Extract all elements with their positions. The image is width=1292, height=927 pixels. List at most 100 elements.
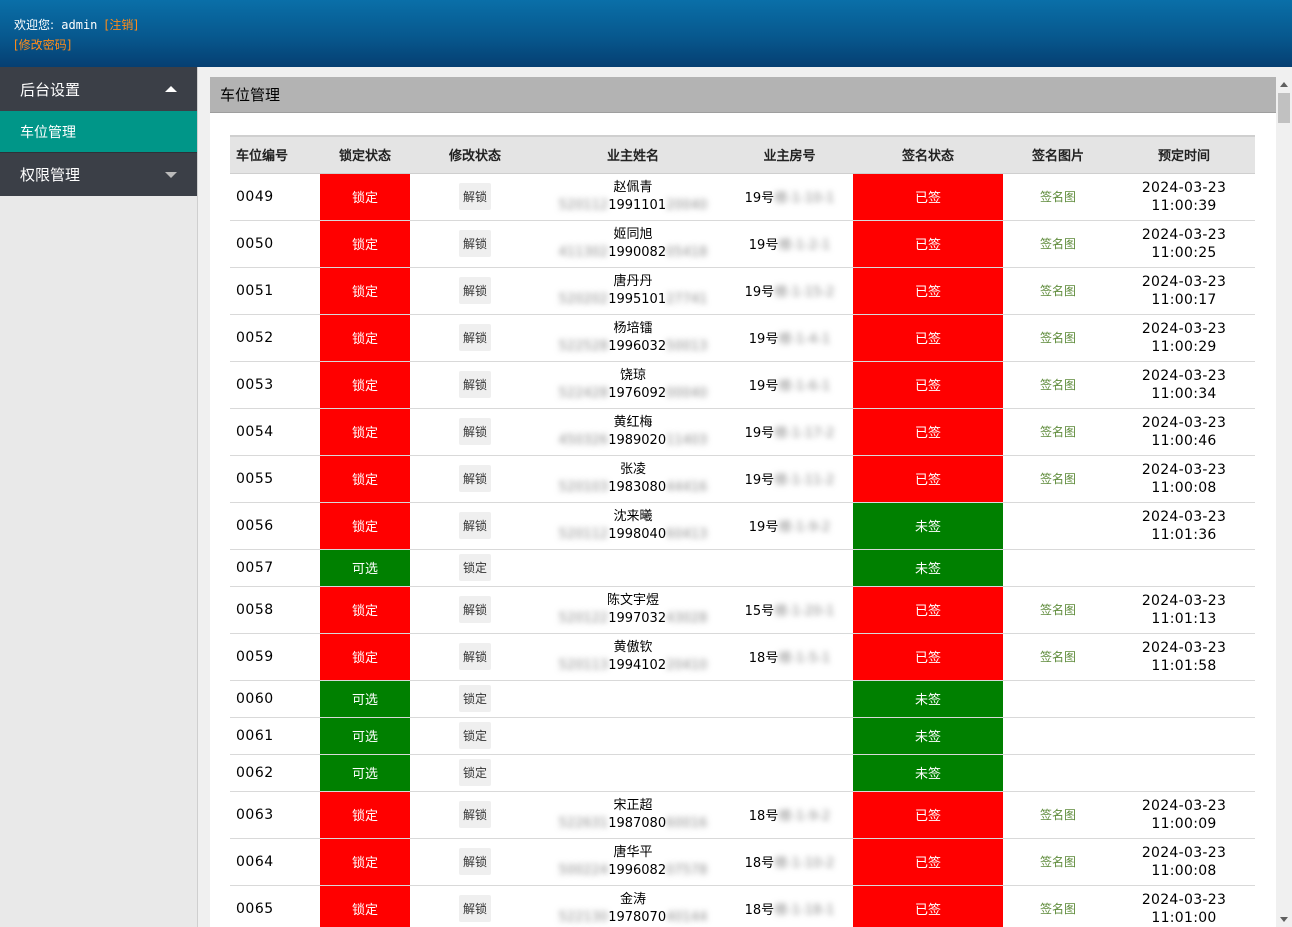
lock-button[interactable]: 锁定	[458, 759, 491, 786]
id-number-visible: 1990082	[608, 244, 667, 260]
unlock-button[interactable]: 解锁	[458, 371, 491, 398]
parking-table: 车位编号 锁定状态 修改状态 业主姓名 业主房号 签名状态 签名图片 预定时间 …	[230, 135, 1255, 927]
room-number-cell	[726, 549, 853, 587]
caret-up-icon	[165, 86, 177, 92]
lock-status-cell: 锁定	[320, 455, 410, 503]
booking-time-cell: 2024-03-23 11:01:13	[1113, 586, 1255, 634]
lock-button[interactable]: 锁定	[458, 685, 491, 712]
unlock-button[interactable]: 解锁	[458, 277, 491, 304]
id-number-blurred-suffix: 20040	[666, 197, 708, 213]
spot-number: 0063	[230, 791, 320, 839]
room-number-cell: 15号楼-1-20-1	[726, 586, 853, 634]
signature-image-link[interactable]: 签名图	[1040, 855, 1076, 869]
change-password-link[interactable]: [修改密码]	[14, 36, 71, 53]
sign-image-cell	[1003, 549, 1113, 587]
booking-date: 2024-03-23	[1141, 639, 1227, 656]
unlock-button[interactable]: 解锁	[458, 895, 491, 922]
scroll-up-arrow-icon[interactable]	[1280, 82, 1288, 87]
sign-status-cell: 已签	[853, 173, 1003, 221]
sidebar-group-permissions[interactable]: 权限管理	[0, 152, 197, 196]
table-row: 0055 锁定 解锁 张凌 520103198308044416 19号楼-1-11-2 已…	[230, 455, 1255, 503]
booking-date: 2024-03-23	[1141, 226, 1227, 243]
sign-image-cell: 签名图	[1003, 408, 1113, 456]
vertical-scrollbar[interactable]	[1276, 77, 1292, 927]
owner-name: 赵佩青	[613, 179, 653, 195]
scroll-down-arrow-icon[interactable]	[1280, 917, 1288, 922]
lock-button[interactable]: 锁定	[458, 722, 491, 749]
unlock-button[interactable]: 解锁	[458, 418, 491, 445]
booking-clock: 11:01:00	[1151, 909, 1217, 926]
unlock-button[interactable]: 解锁	[458, 465, 491, 492]
unlock-button[interactable]: 解锁	[458, 643, 491, 670]
owner-name-cell	[540, 680, 726, 718]
unlock-button[interactable]: 解锁	[458, 848, 491, 875]
change-status-cell: 解锁	[410, 502, 540, 550]
sidebar-item-parking-management[interactable]: 车位管理	[0, 111, 197, 152]
table-row: 0063 锁定 解锁 宋正超 522631198708060016 18号楼-1-9-2 已…	[230, 791, 1255, 839]
sign-status-cell: 已签	[853, 361, 1003, 409]
change-status-cell: 解锁	[410, 173, 540, 221]
room-number-blurred: 楼-1-9-2	[778, 809, 831, 824]
lock-status-cell: 锁定	[320, 173, 410, 221]
signature-image-link[interactable]: 签名图	[1040, 331, 1076, 345]
room-number-blurred: 楼-1-6-1	[778, 379, 831, 394]
table-row: 0061 可选 锁定 未签	[230, 717, 1255, 755]
id-number-visible: 1991101	[608, 197, 667, 213]
booking-time-cell	[1113, 549, 1255, 587]
room-number-blurred: 楼-1-10-1	[774, 191, 835, 206]
room-number-blurred: 楼-1-11-2	[774, 473, 835, 488]
room-number-cell: 19号楼-1-6-1	[726, 361, 853, 409]
room-number-cell: 19号楼-1-9-2	[726, 502, 853, 550]
signature-image-link[interactable]: 签名图	[1040, 472, 1076, 486]
table-row: 0064 锁定 解锁 唐华平 500224199608207578 18号楼-1-10-2…	[230, 838, 1255, 886]
booking-clock: 11:00:08	[1151, 862, 1217, 879]
signature-image-link[interactable]: 签名图	[1040, 650, 1076, 664]
spot-number: 0050	[230, 220, 320, 268]
id-number-blurred-suffix: 00040	[666, 385, 708, 401]
change-status-cell: 解锁	[410, 220, 540, 268]
unlock-button[interactable]: 解锁	[458, 230, 491, 257]
scrollbar-thumb[interactable]	[1278, 93, 1290, 123]
lock-button[interactable]: 锁定	[458, 554, 491, 581]
sign-status-cell: 已签	[853, 408, 1003, 456]
unlock-button[interactable]: 解锁	[458, 183, 491, 210]
owner-name-cell: 黄红梅 450326198902011403	[540, 408, 726, 456]
spot-number: 0055	[230, 455, 320, 503]
spot-number: 0060	[230, 680, 320, 718]
id-number-blurred-prefix: 522528	[558, 338, 609, 354]
room-number-cell	[726, 680, 853, 718]
sidebar-group-backend-settings[interactable]: 后台设置	[0, 67, 197, 111]
booking-clock: 11:00:09	[1151, 815, 1217, 832]
unlock-button[interactable]: 解锁	[458, 324, 491, 351]
booking-time-cell: 2024-03-23 11:00:25	[1113, 220, 1255, 268]
room-building: 18号	[748, 809, 779, 824]
table-row: 0062 可选 锁定 未签	[230, 754, 1255, 792]
id-number-blurred-prefix: 520122	[558, 610, 609, 626]
lock-status-cell: 可选	[320, 754, 410, 792]
owner-name: 金涛	[619, 891, 646, 907]
sign-status-cell: 已签	[853, 267, 1003, 315]
owner-name-cell: 沈来曦 520112199804060413	[540, 502, 726, 550]
owner-name-cell: 唐丹丹 520202199510127741	[540, 267, 726, 315]
signature-image-link[interactable]: 签名图	[1040, 190, 1076, 204]
signature-image-link[interactable]: 签名图	[1040, 378, 1076, 392]
id-number-blurred-prefix: 522130	[558, 909, 609, 925]
signature-image-link[interactable]: 签名图	[1040, 237, 1076, 251]
signature-image-link[interactable]: 签名图	[1040, 902, 1076, 916]
spot-number: 0061	[230, 717, 320, 755]
id-number-blurred-suffix: 11403	[666, 432, 708, 448]
unlock-button[interactable]: 解锁	[458, 801, 491, 828]
signature-image-link[interactable]: 签名图	[1040, 603, 1076, 617]
table-row: 0060 可选 锁定 未签	[230, 680, 1255, 718]
signature-image-link[interactable]: 签名图	[1040, 808, 1076, 822]
signature-image-link[interactable]: 签名图	[1040, 284, 1076, 298]
unlock-button[interactable]: 解锁	[458, 596, 491, 623]
booking-time-cell: 2024-03-23 11:00:08	[1113, 838, 1255, 886]
unlock-button[interactable]: 解锁	[458, 512, 491, 539]
owner-name-cell: 饶琼 522428197609200040	[540, 361, 726, 409]
room-building: 15号	[744, 604, 775, 619]
sidebar: 后台设置 车位管理 权限管理	[0, 67, 198, 927]
logout-link[interactable]: [注销]	[105, 18, 138, 32]
signature-image-link[interactable]: 签名图	[1040, 425, 1076, 439]
change-status-cell: 锁定	[410, 717, 540, 755]
